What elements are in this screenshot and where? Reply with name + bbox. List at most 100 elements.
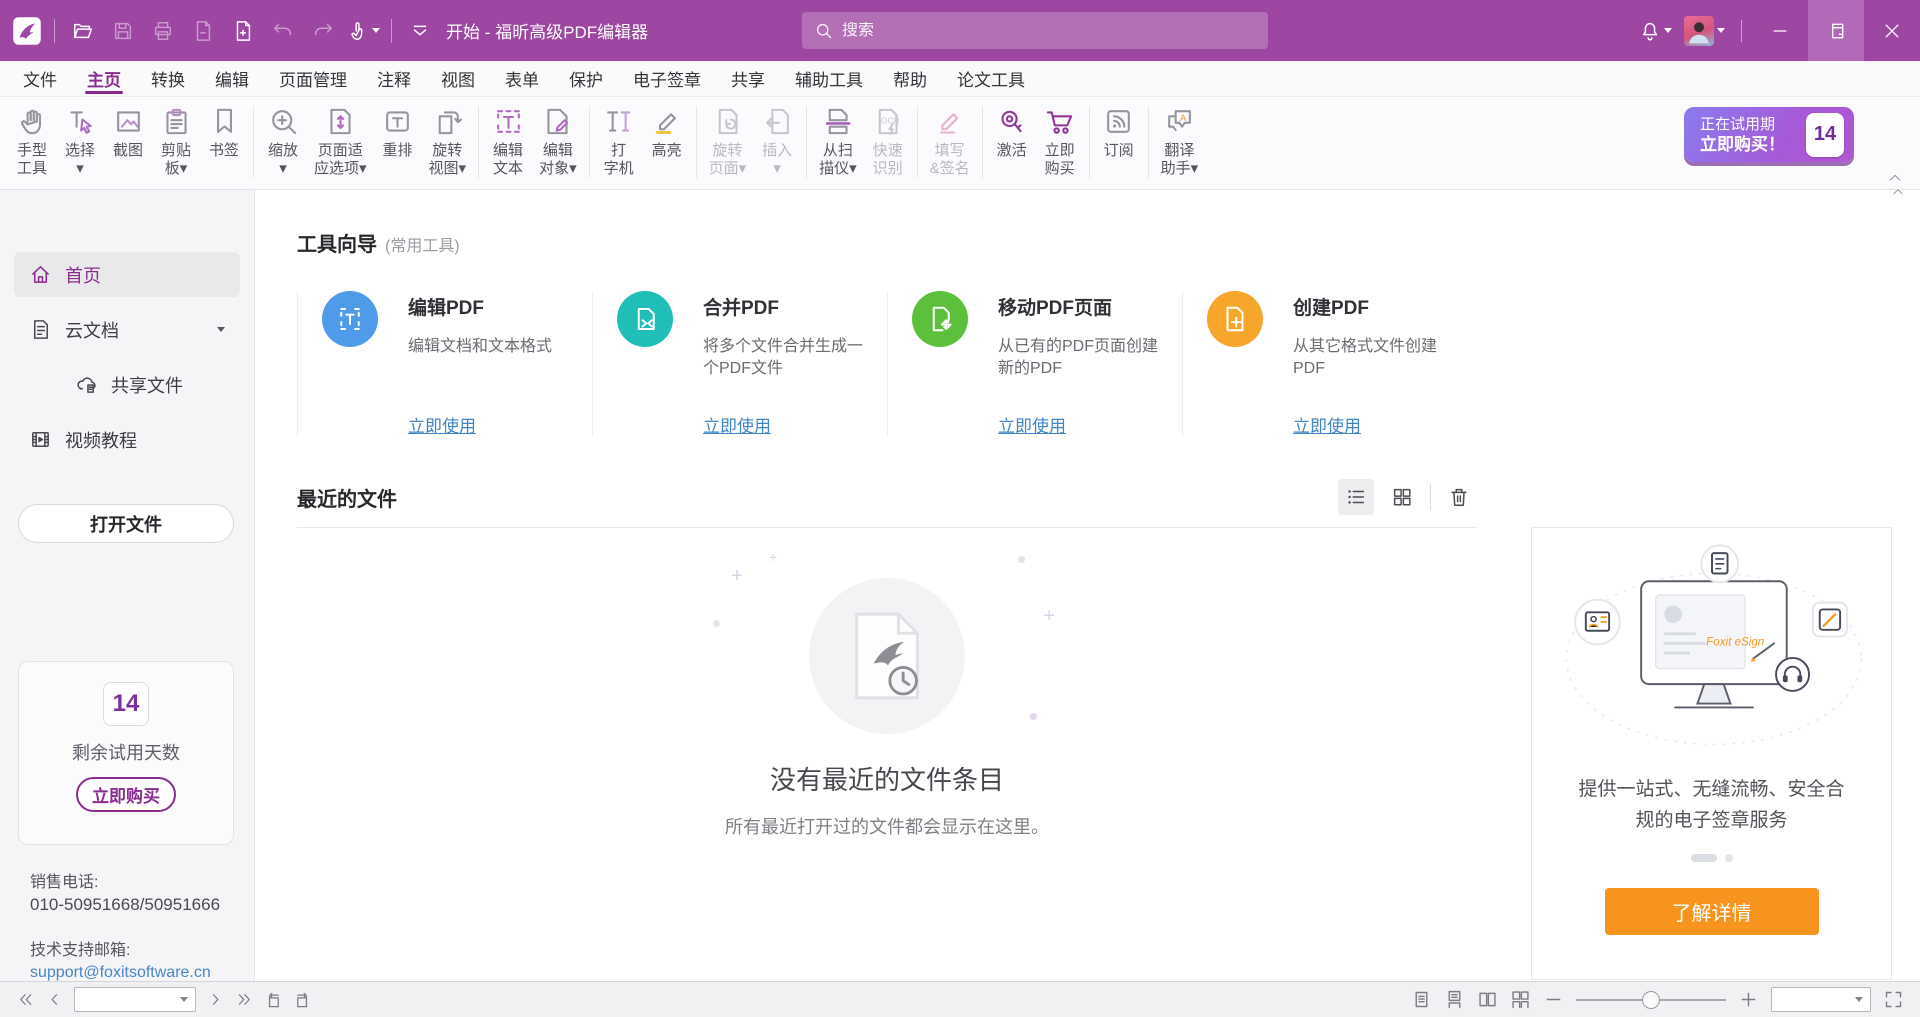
view-toggle-button[interactable] — [1338, 479, 1374, 515]
statusbar-control[interactable] — [1444, 989, 1465, 1010]
zoom-level-combobox[interactable] — [1771, 987, 1871, 1012]
sidebar-item[interactable]: 云文档 — [14, 307, 240, 352]
statusbar-control[interactable] — [206, 990, 225, 1009]
ribbon-button[interactable]: 打 字机 — [595, 104, 643, 180]
menu-item[interactable]: 帮助 — [878, 61, 942, 96]
zoom-slider-thumb[interactable] — [1642, 991, 1660, 1009]
quick-action-button[interactable] — [400, 11, 440, 51]
page-number-combobox[interactable] — [74, 987, 196, 1012]
sidebar-item[interactable]: 共享文件 — [60, 362, 240, 407]
support-email-label: 技术支持邮箱: — [30, 940, 242, 962]
statusbar-control[interactable] — [1510, 989, 1531, 1010]
use-now-link[interactable]: 立即使用 — [1293, 412, 1361, 437]
menu-item[interactable]: 辅助工具 — [780, 61, 878, 96]
statusbar-control[interactable] — [1411, 989, 1432, 1010]
open-file-button[interactable]: 打开文件 — [18, 504, 234, 543]
ribbon-button-label: 插入 ▾ — [762, 142, 792, 178]
quick-action-button[interactable] — [263, 11, 303, 51]
insert-page-icon — [762, 106, 793, 137]
menu-item[interactable]: 页面管理 — [264, 61, 362, 96]
statusbar-control[interactable] — [293, 990, 312, 1009]
page-add-icon — [232, 20, 254, 42]
menu-item[interactable]: 视图 — [426, 61, 490, 96]
ribbon-button[interactable]: 立即 购买 — [1036, 104, 1084, 180]
view-toggle-group — [1338, 479, 1477, 515]
ribbon-button[interactable]: A 翻译 助手▾ — [1154, 104, 1206, 180]
close-button[interactable] — [1864, 0, 1920, 61]
sidebar-item[interactable]: 视频教程 — [14, 417, 240, 462]
statusbar-control[interactable] — [1738, 989, 1759, 1010]
tool-card[interactable]: 创建PDF 从其它格式文件创建PDF 立即使用 — [1182, 291, 1477, 437]
empty-document-icon — [849, 610, 925, 702]
quick-action-button[interactable] — [183, 11, 223, 51]
menu-item[interactable]: 注释 — [362, 61, 426, 96]
buy-now-button[interactable]: 立即购买 — [76, 777, 176, 812]
quick-action-button[interactable] — [223, 11, 263, 51]
ribbon-button[interactable]: 编辑 对象▾ — [532, 104, 584, 180]
ribbon-button-label: 书签 — [209, 142, 239, 160]
carousel-dot[interactable] — [1725, 854, 1733, 862]
statusbar-control[interactable] — [1771, 987, 1871, 1012]
menu-item[interactable]: 文件 — [8, 61, 72, 96]
menu-item[interactable]: 主页 — [72, 61, 136, 96]
learn-more-button[interactable]: 了解详情 — [1605, 888, 1819, 935]
statusbar-control[interactable] — [264, 990, 283, 1009]
ribbon-button[interactable]: 重排 — [374, 104, 422, 162]
search-input[interactable] — [842, 22, 1256, 40]
recent-files-empty-state: + + + 没有最近的文件条目 所有最近打开过的文件都会显示在这里。 — [297, 578, 1477, 839]
menu-item[interactable]: 论文工具 — [942, 61, 1040, 96]
view-toggle-button[interactable] — [1441, 479, 1477, 515]
view-toggle-button[interactable] — [1384, 479, 1420, 515]
ribbon-button[interactable]: 从扫 描仪▾ — [812, 104, 864, 180]
trial-purchase-badge[interactable]: 正在试用期 立即购买！ 14 — [1684, 107, 1854, 162]
menu-item[interactable]: 共享 — [716, 61, 780, 96]
tool-card[interactable]: 编辑PDF 编辑文档和文本格式 立即使用 — [297, 291, 592, 437]
ribbon-button[interactable]: 旋转 视图▾ — [422, 104, 474, 180]
menu-item[interactable]: 保护 — [554, 61, 618, 96]
ribbon-button[interactable]: 激活 — [988, 104, 1036, 162]
quick-action-button[interactable] — [303, 11, 343, 51]
statusbar-control[interactable] — [45, 990, 64, 1009]
quick-action-button[interactable] — [143, 11, 183, 51]
ribbon-button[interactable]: 选择 ▾ — [56, 104, 104, 180]
scroll-up-icon[interactable] — [1890, 184, 1906, 200]
use-now-link[interactable]: 立即使用 — [703, 412, 771, 437]
ribbon-button[interactable]: 手型 工具 — [8, 104, 56, 180]
menu-item[interactable]: 表单 — [490, 61, 554, 96]
statusbar-control[interactable] — [16, 990, 35, 1009]
empty-state-subtitle: 所有最近打开过的文件都会显示在这里。 — [725, 813, 1049, 839]
tool-card[interactable]: 移动PDF页面 从已有的PDF页面创建新的PDF 立即使用 — [887, 291, 1182, 437]
quick-action-button[interactable] — [343, 11, 383, 51]
notifications-button[interactable] — [1633, 0, 1678, 61]
statusbar-control[interactable] — [1883, 989, 1904, 1010]
statusbar-control[interactable] — [235, 990, 254, 1009]
ribbon-button[interactable]: 订阅 — [1095, 104, 1143, 162]
ribbon-button[interactable]: 高亮 — [643, 104, 691, 162]
zoom-slider[interactable] — [1576, 990, 1726, 1010]
menu-item[interactable]: 编辑 — [200, 61, 264, 96]
quick-action-button[interactable] — [103, 11, 143, 51]
use-now-link[interactable]: 立即使用 — [408, 412, 476, 437]
statusbar-control[interactable] — [74, 987, 196, 1012]
ribbon-button[interactable]: 缩放 ▾ — [259, 104, 307, 180]
search-box[interactable] — [802, 12, 1268, 49]
sidebar-item[interactable]: 首页 — [14, 252, 240, 297]
menu-item[interactable]: 电子签章 — [618, 61, 716, 96]
carousel-dot-active[interactable] — [1691, 854, 1717, 862]
maximize-button[interactable] — [1808, 0, 1864, 61]
statusbar-control[interactable] — [1576, 990, 1726, 1010]
menu-item[interactable]: 转换 — [136, 61, 200, 96]
quick-action-button[interactable] — [63, 11, 103, 51]
statusbar-control[interactable] — [1477, 989, 1498, 1010]
tool-card[interactable]: 合并PDF 将多个文件合并生成一个PDF文件 立即使用 — [592, 291, 887, 437]
ribbon-button[interactable]: 页面适 应选项▾ — [307, 104, 374, 180]
use-now-link[interactable]: 立即使用 — [998, 412, 1066, 437]
minimize-button[interactable] — [1752, 0, 1808, 61]
carousel-dots — [1691, 854, 1733, 862]
ribbon-button[interactable]: 截图 — [104, 104, 152, 162]
ribbon-button[interactable]: 编辑 文本 — [484, 104, 532, 180]
ribbon-button[interactable]: 剪贴 板▾ — [152, 104, 200, 180]
account-button[interactable] — [1678, 0, 1731, 61]
statusbar-control[interactable] — [1543, 989, 1564, 1010]
ribbon-button[interactable]: 书签 — [200, 104, 248, 162]
